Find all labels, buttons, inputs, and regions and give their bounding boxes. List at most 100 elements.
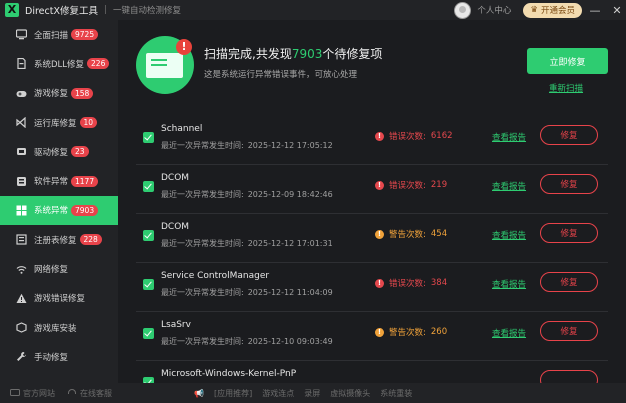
vip-button[interactable]: ♛ 开通会员 — [523, 2, 582, 18]
wrench-icon — [16, 351, 27, 362]
last-occurrence-time: 2025-12-10 09:03:49 — [247, 337, 333, 346]
tool-link[interactable]: 录屏 — [304, 388, 320, 399]
sidebar-item-label: 网络修复 — [34, 265, 69, 276]
row-checkbox[interactable] — [143, 132, 154, 143]
sidebar-item-label: 软件异常 — [34, 177, 69, 188]
stat-label: 警告次数: — [389, 328, 426, 338]
sidebar-item-label: 游戏库安装 — [34, 323, 77, 334]
title-bar: X DirectX修复工具 | 一键自动检测修复 个人中心 ♛ 开通会员 — ✕ — [0, 0, 626, 20]
last-occurrence: 最近一次异常发生时间: 2025-12-12 11:04:09 — [161, 287, 333, 298]
view-report-link[interactable]: 查看报告 — [492, 180, 526, 192]
sidebar-item-dll-repair[interactable]: 系统DLL修复 226 — [0, 49, 118, 78]
tool-link[interactable]: 系统重装 — [380, 388, 412, 399]
issue-source: DCOM — [161, 222, 190, 232]
view-report-link[interactable]: 查看报告 — [492, 131, 526, 143]
count-badge: 7903 — [71, 204, 99, 216]
sidebar-item-label: 全面扫描 — [34, 30, 69, 41]
sidebar-item-system-exception[interactable]: 系统异常 7903 — [0, 195, 118, 226]
crown-icon: ♛ — [530, 5, 538, 15]
last-occurrence-label: 最近一次异常发生时间: — [161, 141, 244, 150]
sidebar-item-driver-repair[interactable]: 驱动修复 23 — [0, 137, 118, 166]
scan-result-title: 扫描完成,共发现7903个待修复项 — [204, 45, 382, 62]
avatar[interactable] — [454, 1, 472, 19]
fix-button[interactable]: 修复 — [540, 321, 598, 341]
fix-button[interactable] — [540, 370, 598, 383]
sidebar-item-label: 驱动修复 — [34, 147, 69, 158]
sidebar-item-label: 手动修复 — [34, 352, 69, 363]
sidebar-item-runtime-repair[interactable]: 运行库修复 10 — [0, 108, 118, 137]
row-checkbox[interactable] — [143, 328, 154, 339]
sidebar-item-software-exception[interactable]: 软件异常 1177 — [0, 166, 118, 195]
sidebar-item-full-scan[interactable]: 全面扫描 9725 — [0, 20, 118, 49]
issue-row: Service ControlManager 最近一次异常发生时间: 2025-1… — [136, 263, 608, 312]
count-badge: 226 — [87, 58, 110, 70]
issue-count: 7903 — [291, 47, 323, 61]
fix-button[interactable]: 修复 — [540, 223, 598, 243]
sidebar-item-registry-repair[interactable]: 注册表修复 228 — [0, 225, 118, 254]
row-checkbox[interactable] — [143, 230, 154, 241]
last-occurrence-label: 最近一次异常发生时间: — [161, 239, 244, 248]
error-icon: ! — [375, 278, 384, 288]
monitor-icon — [16, 29, 27, 40]
last-occurrence-time: 2025-12-09 18:42:46 — [247, 190, 333, 199]
row-checkbox[interactable] — [143, 181, 154, 192]
issue-source: DCOM — [161, 173, 190, 183]
issue-row: DCOM 最近一次异常发生时间: 2025-12-12 17:01:31 ! 警告次… — [136, 214, 608, 263]
sidebar-item-label: 注册表修复 — [34, 235, 77, 246]
dll-file-icon — [16, 58, 27, 70]
main-panel: ! 扫描完成,共发现7903个待修复项 这是系统运行异常错误事件，可放心处理 立… — [118, 20, 626, 383]
bottom-bar: 官方网站 在线客服 📢 [应用推荐] 游戏连点 录屏 虚拟摄像头 系统重装 — [0, 383, 626, 403]
issue-list: Schannel 最近一次异常发生时间: 2025-12-12 17:05:12 … — [136, 116, 608, 383]
stat-value: 454 — [430, 229, 448, 239]
stat-value: 6162 — [430, 131, 453, 141]
tool-link[interactable]: 虚拟摄像头 — [330, 388, 370, 399]
sidebar-item-manual-repair[interactable]: 手动修复 — [0, 342, 118, 371]
sidebar-item-game-repair[interactable]: 游戏修复 158 — [0, 79, 118, 108]
issue-source: Service ControlManager — [161, 271, 270, 281]
sidebar: 全面扫描 9725 系统DLL修复 226 游戏修复 158 运行库修复 10 … — [0, 20, 118, 383]
fix-button[interactable]: 修复 — [540, 174, 598, 194]
issue-source: Microsoft-Windows-Kernel-PnP — [161, 369, 297, 379]
website-link[interactable]: 官方网站 — [10, 388, 55, 399]
tool-link[interactable]: 游戏连点 — [262, 388, 294, 399]
sidebar-item-game-error-repair[interactable]: 游戏错误修复 — [0, 284, 118, 313]
user-center-link[interactable]: 个人中心 — [477, 4, 511, 16]
last-occurrence: 最近一次异常发生时间: 2025-12-12 17:05:12 — [161, 140, 333, 151]
error-count: ! 错误次数: 219 — [375, 179, 447, 191]
app-recommendations: 📢 [应用推荐] 游戏连点 录屏 虚拟摄像头 系统重装 — [194, 388, 412, 399]
issue-source: Schannel — [161, 124, 203, 134]
globe-icon — [10, 389, 20, 396]
row-checkbox[interactable] — [143, 279, 154, 290]
warning-count: ! 警告次数: 260 — [375, 326, 447, 338]
megaphone-icon: 📢 — [194, 388, 204, 398]
view-report-link[interactable]: 查看报告 — [492, 278, 526, 290]
support-link[interactable]: 在线客服 — [67, 388, 112, 399]
fix-button[interactable]: 修复 — [540, 125, 598, 145]
last-occurrence-label: 最近一次异常发生时间: — [161, 190, 244, 199]
rescan-link[interactable]: 重新扫描 — [549, 82, 583, 94]
warning-icon: ! — [375, 229, 384, 239]
view-report-link[interactable]: 查看报告 — [492, 327, 526, 339]
issue-source: LsaSrv — [161, 320, 191, 330]
sidebar-item-label: 系统异常 — [34, 206, 69, 217]
wifi-icon — [16, 264, 27, 275]
app-title: DirectX修复工具 — [25, 6, 98, 17]
sidebar-item-label: 游戏修复 — [34, 89, 69, 100]
sidebar-item-game-library-install[interactable]: 游戏库安装 — [0, 313, 118, 342]
warning-icon — [16, 293, 27, 304]
error-icon: ! — [375, 180, 384, 190]
minimize-button[interactable]: — — [586, 4, 604, 17]
game-library-icon — [16, 322, 27, 333]
fix-all-button[interactable]: 立即修复 — [527, 48, 608, 74]
scan-result-subtitle: 这是系统运行异常错误事件，可放心处理 — [204, 70, 358, 80]
view-report-link[interactable]: 查看报告 — [492, 229, 526, 241]
stat-label: 警告次数: — [389, 230, 426, 240]
sidebar-item-label: 系统DLL修复 — [34, 59, 85, 70]
sidebar-item-network-repair[interactable]: 网络修复 — [0, 254, 118, 283]
error-count: ! 错误次数: 384 — [375, 277, 447, 289]
last-occurrence: 最近一次异常发生时间: 2025-12-09 18:42:46 — [161, 189, 333, 200]
last-occurrence-label: 最近一次异常发生时间: — [161, 288, 244, 297]
fix-button[interactable]: 修复 — [540, 272, 598, 292]
warning-count: ! 警告次数: 454 — [375, 228, 447, 240]
close-button[interactable]: ✕ — [608, 4, 626, 17]
